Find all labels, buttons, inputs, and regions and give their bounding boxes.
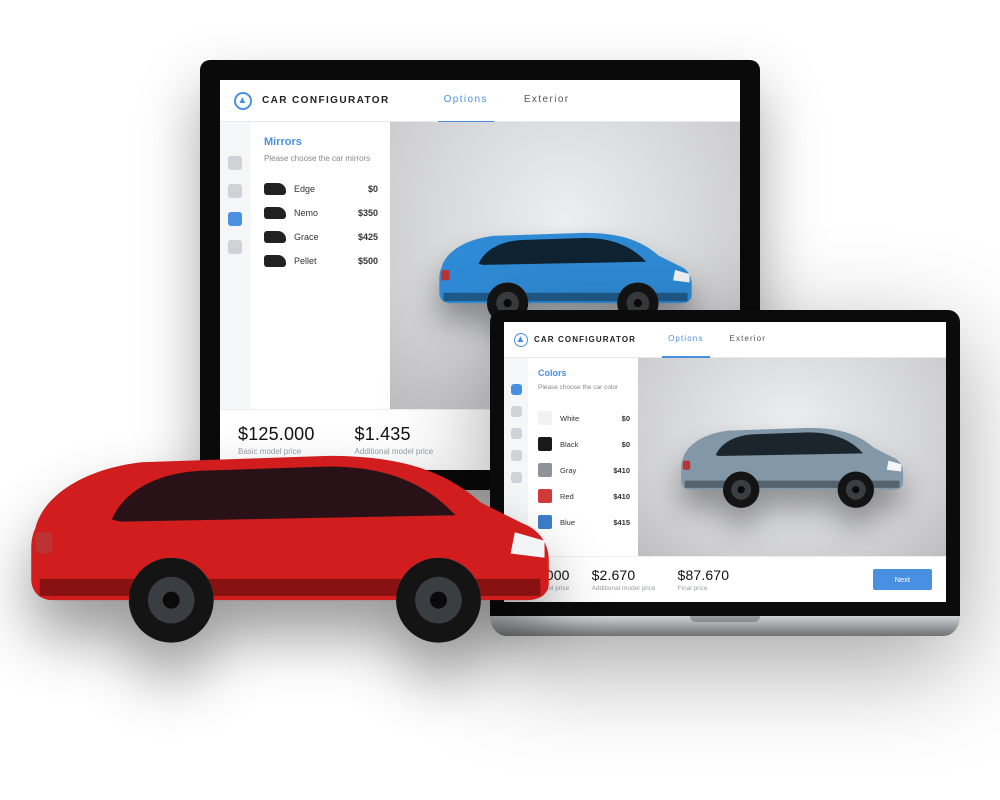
panel-hint: Please choose the car color	[538, 384, 630, 391]
category-icon[interactable]	[228, 184, 242, 198]
panel-title: Mirrors	[264, 136, 378, 148]
preview-car-icon	[429, 208, 702, 324]
additional-price: $2.670 Additional model price	[592, 567, 656, 592]
app-header: ▲ CAR CONFIGURATOR Options Exterior	[504, 322, 946, 358]
app-header: ▲ CAR CONFIGURATOR Options Exterior	[220, 80, 740, 122]
next-button[interactable]: Next	[873, 569, 932, 590]
mirror-option[interactable]: Edge $0	[264, 177, 378, 201]
tab-options[interactable]: Options	[668, 328, 703, 351]
mirror-thumb-icon	[264, 231, 286, 243]
brand-logo-icon: ▲	[514, 333, 528, 347]
mirror-option[interactable]: Pellet $500	[264, 249, 378, 273]
final-price: $87.670 Final price	[678, 567, 730, 592]
mirror-option[interactable]: Nemo $350	[264, 201, 378, 225]
preview-car-icon	[672, 406, 912, 508]
car-viewport[interactable]	[638, 358, 946, 556]
category-icon-selected[interactable]	[511, 384, 522, 395]
hero-car-icon	[10, 405, 570, 643]
mirror-thumb-icon	[264, 183, 286, 195]
category-icon-selected[interactable]	[228, 212, 242, 226]
category-iconbar	[220, 122, 250, 409]
app-title: CAR CONFIGURATOR	[534, 335, 636, 344]
category-icon[interactable]	[228, 156, 242, 170]
panel-hint: Please choose the car mirrors	[264, 154, 378, 163]
app-title: CAR CONFIGURATOR	[262, 95, 390, 106]
tab-exterior[interactable]: Exterior	[524, 88, 570, 113]
mirror-thumb-icon	[264, 207, 286, 219]
tab-exterior[interactable]: Exterior	[730, 328, 767, 351]
mirror-option[interactable]: Grace $425	[264, 225, 378, 249]
panel-title: Colors	[538, 368, 630, 378]
category-icon[interactable]	[228, 240, 242, 254]
price-bar: $85.000 Basic model price $2.670 Additio…	[504, 556, 946, 602]
mirror-thumb-icon	[264, 255, 286, 267]
tab-options[interactable]: Options	[444, 88, 488, 113]
brand-logo-icon: ▲	[234, 92, 252, 110]
options-panel: Mirrors Please choose the car mirrors Ed…	[250, 122, 390, 409]
